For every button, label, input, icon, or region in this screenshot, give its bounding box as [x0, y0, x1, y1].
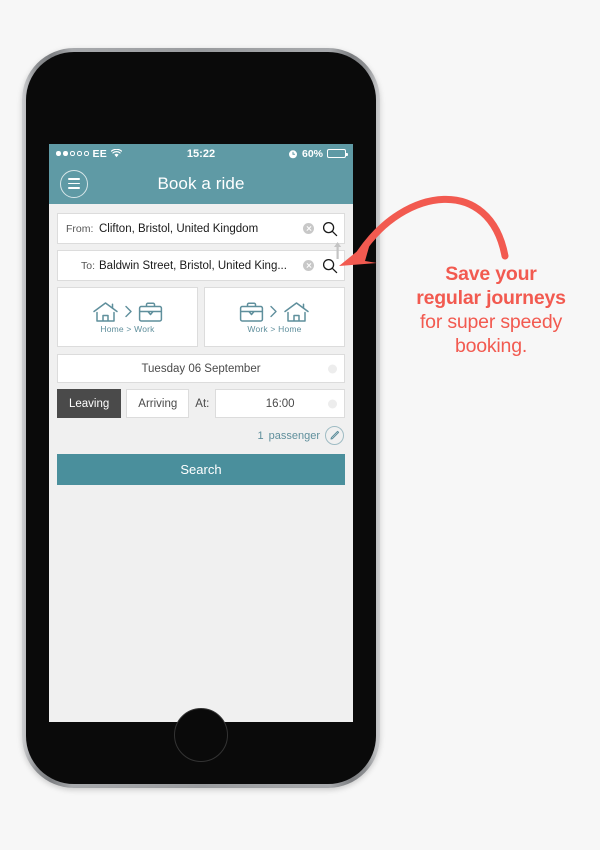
time-picker-field[interactable]: 16:00 — [215, 389, 345, 418]
annotation-line-2: regular journeys — [416, 287, 566, 309]
phone-device: EE 15:22 60% Book a ride From: Clifton, … — [22, 48, 380, 788]
date-dropdown-indicator — [328, 364, 337, 373]
chevron-right-icon — [125, 305, 132, 318]
shortcut-home-to-work[interactable]: Home > Work — [57, 287, 198, 347]
passenger-label: passenger — [268, 429, 320, 442]
house-icon — [93, 301, 118, 322]
to-clear-icon[interactable] — [303, 260, 314, 271]
shortcut-icons — [239, 301, 310, 323]
to-input-value[interactable]: Baldwin Street, Bristol, United King... — [95, 260, 303, 272]
booking-form: From: Clifton, Bristol, United Kingdom T… — [49, 204, 353, 485]
from-field[interactable]: From: Clifton, Bristol, United Kingdom — [57, 213, 345, 244]
saved-journeys-row: Home > Work Work > Home — [57, 287, 345, 347]
hamburger-menu-icon[interactable] — [60, 169, 88, 198]
status-bar-right: 60% — [288, 147, 348, 160]
chevron-right-icon — [270, 305, 277, 318]
pencil-edit-icon[interactable] — [325, 426, 344, 445]
alarm-clock-icon — [288, 149, 297, 158]
annotation-line-3: for super speedy — [419, 311, 563, 333]
phone-bezel: EE 15:22 60% Book a ride From: Clifton, … — [26, 52, 376, 784]
house-icon — [284, 301, 309, 322]
annotation-line-1: Save your — [445, 263, 537, 285]
search-button[interactable]: Search — [57, 454, 345, 485]
arriving-toggle[interactable]: Arriving — [126, 389, 190, 418]
leaving-toggle[interactable]: Leaving — [57, 389, 122, 418]
from-clear-icon[interactable] — [303, 223, 314, 234]
annotation-line-4: booking. — [454, 335, 528, 357]
from-label: From: — [66, 222, 94, 235]
battery-icon — [327, 149, 348, 158]
app-navigation-bar: Book a ride — [49, 163, 353, 204]
shortcut-label: Work > Home — [247, 323, 302, 334]
phone-screen: EE 15:22 60% Book a ride From: Clifton, … — [49, 144, 353, 722]
departure-time-row: Leaving Arriving At: 16:00 — [57, 389, 345, 418]
briefcase-icon — [239, 301, 264, 322]
date-picker-field[interactable]: Tuesday 06 September — [57, 354, 345, 383]
battery-percent-label: 60% — [301, 147, 323, 160]
page-title: Book a ride — [157, 173, 245, 193]
shortcut-work-to-home[interactable]: Work > Home — [204, 287, 345, 347]
shortcut-icons — [92, 301, 163, 323]
swap-up-down-arrows-icon[interactable] — [332, 240, 346, 260]
to-field[interactable]: To: Baldwin Street, Bristol, United King… — [57, 250, 345, 281]
passenger-row[interactable]: 1 passenger — [57, 426, 345, 445]
briefcase-icon — [138, 301, 163, 322]
at-label: At: — [195, 397, 210, 410]
time-dropdown-indicator — [328, 399, 337, 408]
shortcut-label: Home > Work — [100, 323, 155, 334]
status-bar: EE 15:22 60% — [49, 144, 353, 163]
annotation-callout: Save your regular journeys for super spe… — [388, 262, 594, 358]
passenger-count: 1 — [257, 429, 264, 442]
to-label: To: — [80, 259, 95, 272]
time-value: 16:00 — [265, 397, 295, 410]
date-value: Tuesday 06 September — [141, 362, 261, 375]
from-input-value[interactable]: Clifton, Bristol, United Kingdom — [95, 223, 303, 235]
home-button[interactable] — [174, 708, 228, 762]
